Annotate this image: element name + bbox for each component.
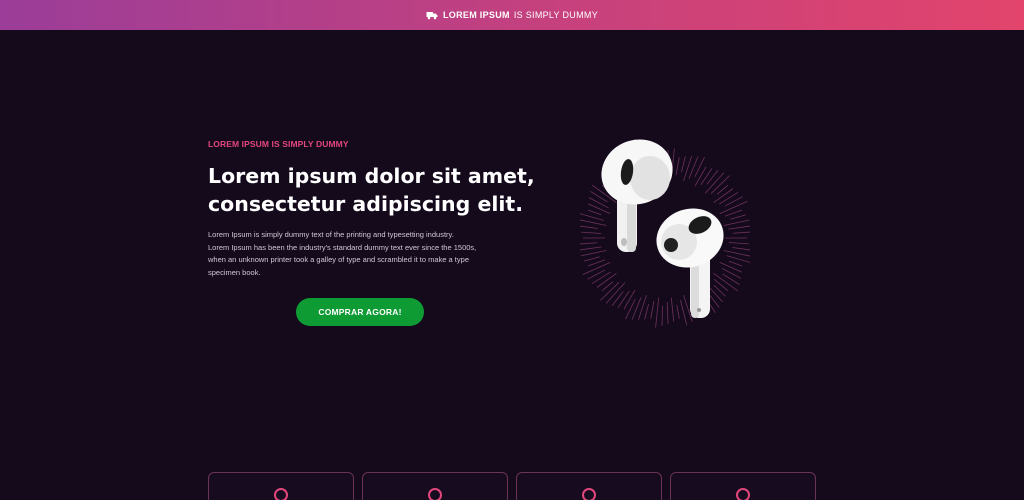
radial-line — [581, 231, 602, 234]
radial-line — [700, 168, 713, 186]
radial-line — [719, 262, 742, 273]
radial-line — [588, 197, 609, 209]
feature-cards — [0, 472, 1024, 500]
hero-eyebrow: LOREM IPSUM IS SIMPLY DUMMY — [208, 139, 349, 149]
right-earbud — [656, 208, 724, 318]
radial-line — [666, 301, 669, 324]
announcement-bold-text: LOREM IPSUM — [443, 10, 510, 20]
radial-line — [584, 256, 600, 262]
radial-line — [596, 272, 617, 288]
radial-line — [591, 271, 611, 284]
feature-card[interactable] — [670, 472, 816, 500]
radial-line — [730, 214, 746, 220]
radial-line — [580, 250, 607, 257]
earbuds-image — [580, 139, 750, 328]
radial-line — [719, 192, 739, 205]
truck-icon — [426, 11, 438, 19]
radial-line — [680, 300, 688, 326]
feature-card[interactable] — [208, 472, 354, 500]
radial-line — [670, 297, 675, 322]
radial-line — [676, 304, 680, 319]
radial-line — [587, 259, 605, 267]
radial-line — [675, 157, 680, 176]
hero-description-line: when an unknown printer took a galley of… — [208, 255, 469, 264]
pin-icon — [736, 488, 750, 500]
radial-line — [706, 169, 719, 185]
radial-line — [644, 303, 649, 320]
radial-line — [580, 219, 607, 226]
announcement-bar: LOREM IPSUM IS SIMPLY DUMMY — [0, 0, 1024, 30]
pin-icon — [428, 488, 442, 500]
radial-line — [580, 225, 598, 229]
radial-line — [732, 231, 750, 234]
radial-line — [580, 242, 598, 245]
radial-line — [617, 290, 630, 308]
hero-headline-line-1: Lorem ipsum dolor sit amet, — [208, 164, 535, 188]
hero-description-line: specimen book. — [208, 267, 261, 277]
pin-icon — [274, 488, 288, 500]
radial-line — [728, 242, 749, 245]
radial-line — [721, 267, 742, 279]
radial-line — [599, 282, 620, 301]
hero-headline: Lorem ipsum dolor sit amet, consectetur … — [208, 162, 538, 218]
radial-line — [725, 209, 743, 217]
radial-line — [728, 260, 743, 267]
radial-line — [623, 289, 636, 310]
radial-line — [588, 203, 611, 214]
hero-description-line: Lorem Ipsum has been the industry's stan… — [208, 242, 477, 252]
radial-line — [713, 188, 734, 204]
pin-icon — [582, 488, 596, 500]
radial-line — [723, 250, 750, 257]
radial-line — [719, 201, 748, 214]
radial-line — [611, 291, 624, 307]
hero-headline-line-2: consectetur adipiscing elit. — [208, 192, 523, 216]
hero-description: Lorem Ipsum is simply dummy text of the … — [208, 229, 518, 279]
radial-line — [732, 247, 750, 251]
radial-line — [590, 191, 608, 203]
feature-card[interactable] — [516, 472, 662, 500]
buy-now-button[interactable]: COMPRAR AGORA! — [296, 298, 424, 326]
radial-line — [722, 273, 740, 285]
announcement-text: IS SIMPLY DUMMY — [513, 10, 598, 20]
radial-line — [723, 219, 750, 226]
radial-line — [650, 300, 655, 319]
radial-line — [661, 305, 664, 326]
radial-line — [694, 166, 707, 187]
feature-card[interactable] — [362, 472, 508, 500]
radial-line — [728, 225, 750, 230]
radial-line — [713, 278, 729, 292]
radial-line — [582, 262, 611, 275]
radial-line — [587, 209, 602, 216]
radial-line — [580, 246, 602, 251]
radial-line — [710, 175, 731, 194]
radial-line — [655, 297, 660, 328]
hero-description-line: Lorem Ipsum is simply dummy text of the … — [208, 230, 454, 239]
radial-line — [681, 156, 686, 173]
